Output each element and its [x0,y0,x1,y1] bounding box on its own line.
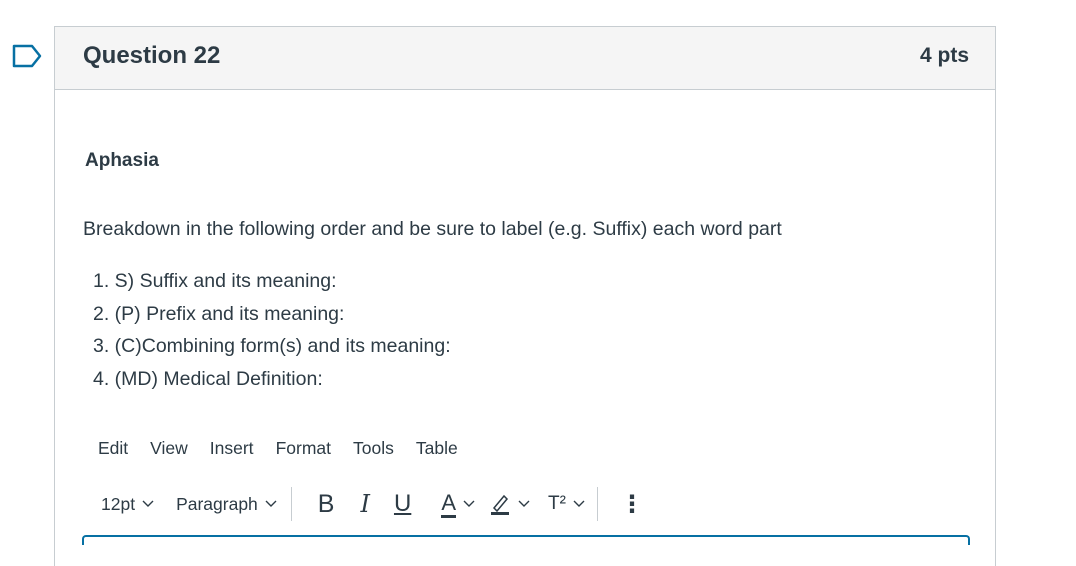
editor-menubar: Edit View Insert Format Tools Table [98,438,480,459]
italic-button[interactable]: I [360,490,369,518]
menu-edit[interactable]: Edit [98,438,128,459]
menu-insert[interactable]: Insert [210,438,254,459]
list-item: 4. (MD) Medical Definition: [93,367,323,390]
superscript-dropdown[interactable]: T² [548,493,585,515]
font-size-dropdown[interactable]: 12pt [101,494,154,515]
question-term: Aphasia [85,150,159,171]
highlight-icon [491,494,509,515]
text-color-glyph: A [441,490,456,518]
chevron-down-icon [265,500,277,507]
superscript-glyph: T² [548,493,566,514]
menu-format[interactable]: Format [276,438,331,459]
list-item: 2. (P) Prefix and its meaning: [93,302,345,325]
block-format-value: Paragraph [176,493,258,514]
block-format-dropdown[interactable]: Paragraph [176,494,277,515]
text-color-button[interactable]: A [441,490,475,518]
flag-question-icon[interactable] [12,44,42,68]
question-card: Question 22 4 pts Aphasia Breakdown in t… [54,26,996,566]
chevron-down-icon [518,500,530,507]
chevron-down-icon [142,500,154,507]
chevron-down-icon [463,500,475,507]
list-item: 3. (C)Combining form(s) and its meaning: [93,335,451,357]
more-vertical-icon[interactable]: ⋮ [620,490,644,519]
question-title: Question 22 [83,42,221,69]
bold-button[interactable]: B [318,490,335,519]
underline-button[interactable]: U [394,490,411,518]
menu-tools[interactable]: Tools [353,438,394,459]
question-instructions: Breakdown in the following order and be … [83,218,782,240]
menu-table[interactable]: Table [416,438,458,459]
editor-toolbar: 12pt Paragraph B I U A T² ⋮ [101,486,644,522]
chevron-down-icon [573,500,585,507]
question-header: Question 22 4 pts [55,27,995,90]
menu-view[interactable]: View [150,438,188,459]
font-size-value: 12pt [101,493,136,514]
highlight-color-button[interactable] [489,492,530,516]
editor-content-area[interactable] [82,535,970,545]
steps-list: 1. S) Suffix and its meaning: 2. (P) Pre… [93,265,451,395]
question-points: 4 pts [919,44,969,67]
toolbar-divider [596,487,598,521]
list-item: 1. S) Suffix and its meaning: [93,270,337,292]
toolbar-divider [290,487,292,521]
